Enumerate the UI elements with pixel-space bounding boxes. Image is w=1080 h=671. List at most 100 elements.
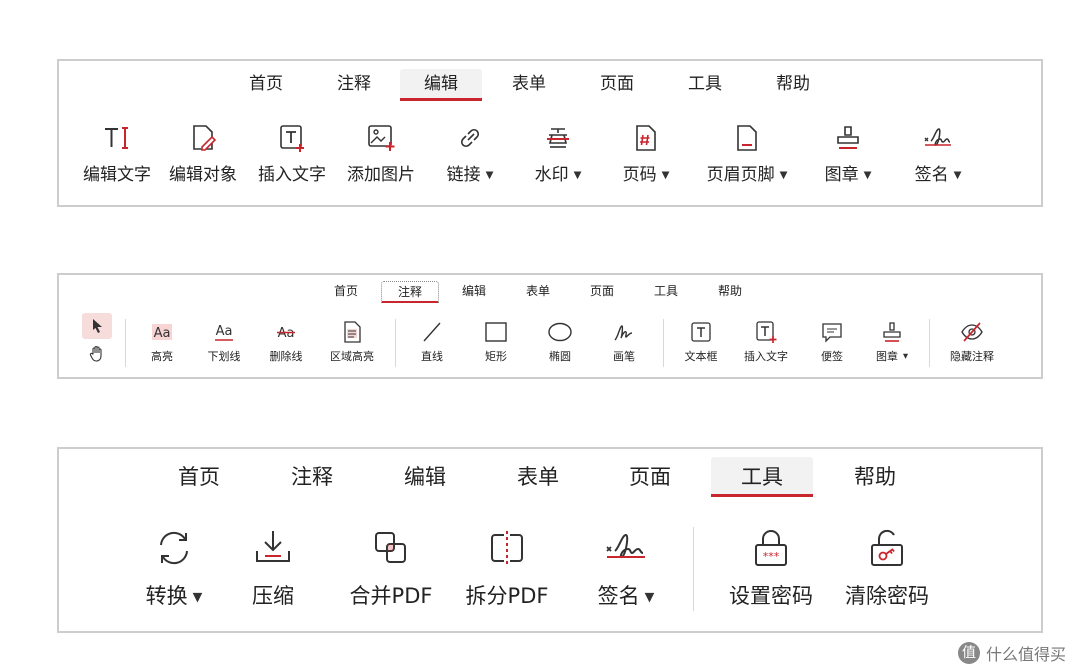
insert-text-button[interactable]: 插入文字: [735, 320, 797, 370]
tool-label: 拆分PDF: [465, 584, 549, 608]
chevron-down-icon[interactable]: ▼: [193, 589, 203, 604]
tab-form[interactable]: 表单: [509, 281, 567, 303]
edit-text-button[interactable]: 编辑文字: [77, 123, 157, 191]
tab-home[interactable]: 首页: [225, 69, 307, 101]
highlight-button[interactable]: Aa 高亮: [135, 320, 189, 370]
underline-icon: Aa: [215, 324, 233, 341]
tool-label: 添加图片: [347, 165, 415, 185]
select-tool-button[interactable]: [82, 313, 112, 339]
stamp-button[interactable]: 图章 ▼: [811, 123, 885, 191]
signature-button[interactable]: 签名 ▼: [901, 123, 975, 191]
pen-button[interactable]: 画笔: [599, 320, 649, 370]
split-pdf-icon: [491, 531, 523, 565]
merge-pdf-button[interactable]: 合并PDF: [335, 527, 447, 619]
tool-label: 插入文字: [258, 165, 326, 185]
tab-help[interactable]: 帮助: [824, 457, 926, 497]
chevron-down-icon[interactable]: ▼: [780, 170, 788, 181]
merge-pdf-icon: [375, 532, 406, 563]
chevron-down-icon[interactable]: ▼: [645, 589, 655, 604]
compress-button[interactable]: 压缩: [235, 527, 311, 619]
tab-form[interactable]: 表单: [488, 69, 570, 101]
split-pdf-button[interactable]: 拆分PDF: [451, 527, 563, 619]
tab-page[interactable]: 页面: [573, 281, 631, 303]
tab-help[interactable]: 帮助: [701, 281, 759, 303]
tab-page[interactable]: 页面: [599, 457, 701, 497]
tab-form[interactable]: 表单: [487, 457, 589, 497]
tool-label: 文本框: [684, 350, 718, 363]
textbox-button[interactable]: 文本框: [673, 320, 729, 370]
stamp-icon: [883, 322, 901, 342]
hide-annotation-icon: [961, 322, 983, 342]
link-button[interactable]: 链接 ▼: [437, 123, 503, 191]
tool-label: 直线: [421, 350, 443, 363]
hand-tool-button[interactable]: [82, 343, 112, 365]
strikethrough-button[interactable]: Aa 删除线: [259, 320, 313, 370]
separator: [663, 319, 664, 367]
tab-tools[interactable]: 工具: [711, 457, 813, 497]
chevron-down-icon[interactable]: ▼: [954, 170, 962, 181]
svg-text:***: ***: [763, 550, 780, 563]
tab-home[interactable]: 首页: [317, 281, 375, 303]
tool-label: 区域高亮: [330, 350, 374, 363]
tab-help[interactable]: 帮助: [752, 69, 834, 101]
sticky-note-button[interactable]: 便签: [807, 320, 857, 370]
tool-label: 图章 ▼: [824, 165, 872, 185]
tool-label: 画笔: [613, 350, 635, 363]
ellipse-button[interactable]: 椭圆: [535, 320, 585, 370]
tab-annotate[interactable]: 注释: [313, 69, 395, 101]
tool-label: 插入文字: [744, 350, 788, 363]
tab-tools[interactable]: 工具: [637, 281, 695, 303]
tool-label: 设置密码: [729, 584, 813, 608]
tab-annotate[interactable]: 注释: [381, 281, 439, 303]
tab-tools[interactable]: 工具: [664, 69, 746, 101]
stamp-button[interactable]: 图章 ▼: [865, 320, 919, 370]
tool-label: 编辑对象: [169, 165, 237, 185]
tool-label: 转换 ▼: [145, 584, 203, 608]
chevron-down-icon[interactable]: ▼: [864, 170, 872, 181]
tool-label: 高亮: [151, 350, 173, 363]
add-image-icon: [368, 125, 395, 151]
tab-edit[interactable]: 编辑: [374, 457, 476, 497]
tab-home[interactable]: 首页: [148, 457, 250, 497]
stamp-icon: [837, 126, 859, 149]
textbox-icon: [691, 322, 711, 342]
watermark-icon: [547, 128, 569, 148]
tools-toolbar-panel: 首页 注释 编辑 表单 页面 工具 帮助 转换 ▼ 压缩 合并PDF 拆分PDF…: [57, 447, 1043, 633]
underline-button[interactable]: Aa 下划线: [197, 320, 251, 370]
watermark-button[interactable]: 水印 ▼: [525, 123, 591, 191]
chevron-down-icon[interactable]: ▼: [486, 170, 494, 181]
signature-button[interactable]: 签名 ▼: [581, 527, 671, 619]
tool-label: 删除线: [269, 350, 303, 363]
area-highlight-button[interactable]: 区域高亮: [319, 320, 385, 370]
insert-text-icon: [756, 321, 777, 343]
chevron-down-icon[interactable]: ▼: [574, 170, 582, 181]
chevron-down-icon[interactable]: ▼: [662, 170, 670, 181]
clear-password-button[interactable]: 清除密码: [831, 527, 943, 619]
svg-text:Aa: Aa: [154, 326, 171, 341]
tool-label: 页眉页脚 ▼: [706, 165, 788, 185]
add-image-button[interactable]: 添加图片: [341, 123, 421, 191]
header-footer-button[interactable]: 页眉页脚 ▼: [697, 123, 797, 191]
tab-page[interactable]: 页面: [576, 69, 658, 101]
line-icon: [423, 322, 441, 342]
edit-object-button[interactable]: 编辑对象: [163, 123, 243, 191]
insert-text-button[interactable]: 插入文字: [252, 123, 332, 191]
page-number-button[interactable]: 页码 ▼: [613, 123, 679, 191]
tool-label: 矩形: [485, 350, 507, 363]
separator: [929, 319, 930, 367]
set-password-button[interactable]: *** 设置密码: [715, 527, 827, 619]
line-button[interactable]: 直线: [407, 320, 457, 370]
unlock-key-icon: [871, 529, 903, 566]
tab-annotate[interactable]: 注释: [261, 457, 363, 497]
convert-button[interactable]: 转换 ▼: [129, 527, 219, 619]
separator: [125, 319, 126, 367]
tab-edit[interactable]: 编辑: [445, 281, 503, 303]
chevron-down-icon[interactable]: ▼: [903, 352, 908, 360]
signature-icon: [606, 533, 645, 559]
tool-label: 图章 ▼: [875, 350, 909, 363]
edit-object-icon: [193, 125, 217, 151]
site-watermark: 值 什么值得买: [957, 641, 1066, 665]
tab-edit[interactable]: 编辑: [400, 69, 482, 101]
hide-annotation-button[interactable]: 隐藏注释: [939, 320, 1005, 370]
rectangle-button[interactable]: 矩形: [471, 320, 521, 370]
